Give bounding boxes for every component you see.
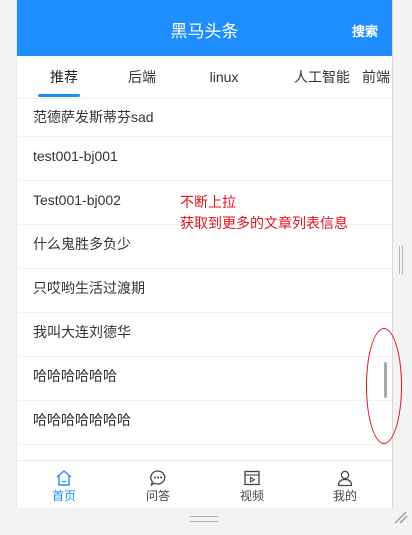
tabbar-mine[interactable]: 我的 bbox=[298, 461, 392, 508]
tabbar-label: 视频 bbox=[239, 489, 264, 503]
video-icon bbox=[244, 470, 260, 486]
tab-linux[interactable]: linux bbox=[177, 56, 271, 98]
tabbar-label: 我的 bbox=[332, 489, 357, 503]
page-title: 黑马头条 bbox=[170, 22, 239, 41]
navbar: 黑马头条 搜索 bbox=[17, 0, 392, 56]
channel-tabs: 推荐 后端 linux 人工智能 前端 bbox=[17, 56, 392, 99]
article-list[interactable]: 范德萨发斯蒂芬sad test001-bj001 Test001-bj002 什… bbox=[17, 99, 392, 460]
user-icon bbox=[337, 470, 353, 487]
list-item[interactable]: 只哎哟生活过渡期 bbox=[17, 269, 392, 313]
tabbar-label: 问答 bbox=[145, 489, 170, 503]
highlight-ellipse bbox=[366, 328, 402, 444]
tab-backend[interactable]: 后端 bbox=[95, 56, 189, 98]
list-item[interactable]: 哈哈哈哈哈哈哈 bbox=[17, 401, 392, 445]
home-icon bbox=[56, 470, 72, 486]
list-item[interactable]: 哈哈哈哈哈哈 bbox=[17, 357, 392, 401]
tabbar-label: 首页 bbox=[51, 489, 76, 503]
list-item[interactable]: 我叫大连刘德华 bbox=[17, 313, 392, 357]
chat-icon bbox=[150, 470, 166, 487]
tabbar-video[interactable]: 视频 bbox=[205, 461, 299, 508]
active-tab-indicator bbox=[38, 94, 80, 97]
tab-frontend[interactable]: 前端 bbox=[362, 56, 392, 98]
list-item[interactable]: 范德萨发斯蒂芬sad bbox=[17, 99, 392, 137]
list-item[interactable]: test001-bj001 bbox=[17, 137, 392, 181]
tab-ai[interactable]: 人工智能 bbox=[275, 56, 369, 98]
bottom-tabbar: 首页 问答 视频 我的 bbox=[17, 460, 392, 508]
bottom-drag-handle[interactable] bbox=[190, 516, 218, 522]
window-scrollbar-handle[interactable] bbox=[399, 246, 403, 274]
tabbar-home[interactable]: 首页 bbox=[17, 461, 111, 508]
resize-grip-icon[interactable] bbox=[394, 512, 408, 524]
annotation-text: 不断上拉 获取到更多的文章列表信息 bbox=[180, 192, 348, 234]
phone-frame: 黑马头条 搜索 推荐 后端 linux 人工智能 前端 范德萨发斯蒂芬sad t… bbox=[16, 0, 393, 508]
annotation-line: 不断上拉 bbox=[180, 194, 236, 210]
search-button[interactable]: 搜索 bbox=[352, 0, 378, 56]
annotation-line: 获取到更多的文章列表信息 bbox=[180, 215, 348, 231]
tabbar-qa[interactable]: 问答 bbox=[111, 461, 205, 508]
